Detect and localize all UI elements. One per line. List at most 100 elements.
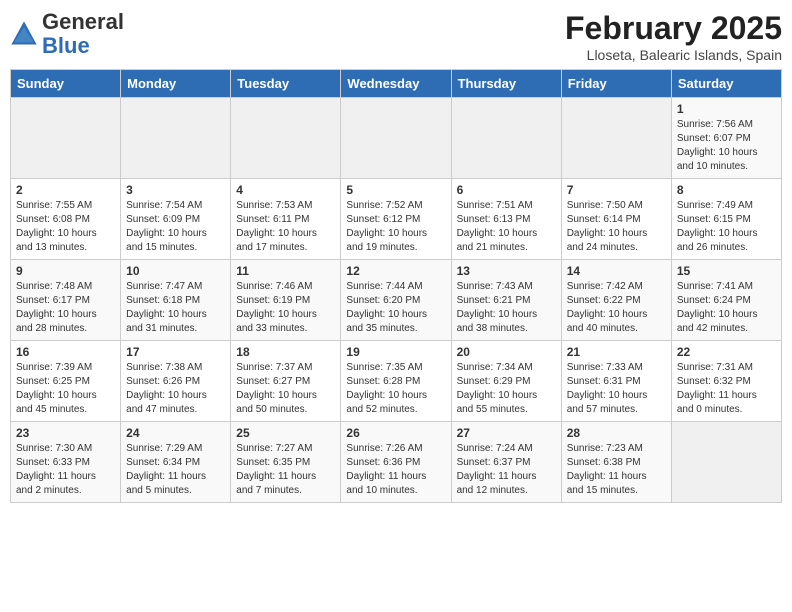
day-detail: Sunrise: 7:31 AM Sunset: 6:32 PM Dayligh… (677, 361, 776, 417)
calendar-cell (671, 422, 781, 503)
calendar-cell: 8 Sunrise: 7:49 AM Sunset: 6:15 PM Daylig… (671, 179, 781, 260)
day-number: 4 (236, 183, 335, 197)
calendar-header-wednesday: Wednesday (341, 70, 451, 98)
day-number: 8 (677, 183, 776, 197)
day-detail: Sunrise: 7:53 AM Sunset: 6:11 PM Dayligh… (236, 199, 335, 255)
day-detail: Sunrise: 7:23 AM Sunset: 6:38 PM Dayligh… (567, 442, 666, 498)
day-detail: Sunrise: 7:42 AM Sunset: 6:22 PM Dayligh… (567, 280, 666, 336)
calendar-cell: 18Sunrise: 7:37 AM Sunset: 6:27 PM Dayli… (231, 341, 341, 422)
day-number: 15 (677, 264, 776, 278)
day-detail: Sunrise: 7:24 AM Sunset: 6:37 PM Dayligh… (457, 442, 556, 498)
day-number: 28 (567, 426, 666, 440)
day-detail: Sunrise: 7:37 AM Sunset: 6:27 PM Dayligh… (236, 361, 335, 417)
day-number: 1 (677, 102, 776, 116)
day-detail: Sunrise: 7:55 AM Sunset: 6:08 PM Dayligh… (16, 199, 115, 255)
calendar-cell: 9 Sunrise: 7:48 AM Sunset: 6:17 PM Daylig… (11, 260, 121, 341)
day-detail: Sunrise: 7:51 AM Sunset: 6:13 PM Dayligh… (457, 199, 556, 255)
day-detail: Sunrise: 7:30 AM Sunset: 6:33 PM Dayligh… (16, 442, 115, 498)
day-detail: Sunrise: 7:35 AM Sunset: 6:28 PM Dayligh… (346, 361, 445, 417)
day-number: 2 (16, 183, 115, 197)
day-detail: Sunrise: 7:50 AM Sunset: 6:14 PM Dayligh… (567, 199, 666, 255)
month-title: February 2025 (565, 10, 782, 47)
day-number: 12 (346, 264, 445, 278)
day-detail: Sunrise: 7:38 AM Sunset: 6:26 PM Dayligh… (126, 361, 225, 417)
day-detail: Sunrise: 7:49 AM Sunset: 6:15 PM Dayligh… (677, 199, 776, 255)
calendar-cell: 3Sunrise: 7:54 AM Sunset: 6:09 PM Daylig… (121, 179, 231, 260)
calendar-week-row-3: 9 Sunrise: 7:48 AM Sunset: 6:17 PM Daylig… (11, 260, 782, 341)
calendar-cell (121, 98, 231, 179)
calendar-header-friday: Friday (561, 70, 671, 98)
logo-blue-text: Blue (42, 33, 90, 58)
day-number: 17 (126, 345, 225, 359)
day-number: 16 (16, 345, 115, 359)
day-number: 11 (236, 264, 335, 278)
calendar-cell: 24 Sunrise: 7:29 AM Sunset: 6:34 PM Dayli… (121, 422, 231, 503)
calendar-header-sunday: Sunday (11, 70, 121, 98)
logo: General Blue (10, 10, 124, 58)
calendar-cell (341, 98, 451, 179)
location-subtitle: Lloseta, Balearic Islands, Spain (565, 47, 782, 63)
day-number: 13 (457, 264, 556, 278)
title-block: February 2025 Lloseta, Balearic Islands,… (565, 10, 782, 63)
day-number: 26 (346, 426, 445, 440)
calendar-cell: 11 Sunrise: 7:46 AM Sunset: 6:19 PM Dayli… (231, 260, 341, 341)
day-number: 10 (126, 264, 225, 278)
calendar-cell: 21Sunrise: 7:33 AM Sunset: 6:31 PM Dayli… (561, 341, 671, 422)
calendar-cell (231, 98, 341, 179)
calendar-cell: 20Sunrise: 7:34 AM Sunset: 6:29 PM Dayli… (451, 341, 561, 422)
calendar-cell: 2 Sunrise: 7:55 AM Sunset: 6:08 PM Daylig… (11, 179, 121, 260)
day-number: 7 (567, 183, 666, 197)
day-number: 19 (346, 345, 445, 359)
calendar-header-tuesday: Tuesday (231, 70, 341, 98)
calendar-cell: 4 Sunrise: 7:53 AM Sunset: 6:11 PM Daylig… (231, 179, 341, 260)
calendar-cell: 27Sunrise: 7:24 AM Sunset: 6:37 PM Dayli… (451, 422, 561, 503)
day-detail: Sunrise: 7:41 AM Sunset: 6:24 PM Dayligh… (677, 280, 776, 336)
day-detail: Sunrise: 7:27 AM Sunset: 6:35 PM Dayligh… (236, 442, 335, 498)
calendar-cell: 7 Sunrise: 7:50 AM Sunset: 6:14 PM Daylig… (561, 179, 671, 260)
calendar-header-monday: Monday (121, 70, 231, 98)
day-detail: Sunrise: 7:44 AM Sunset: 6:20 PM Dayligh… (346, 280, 445, 336)
calendar-cell: 22 Sunrise: 7:31 AM Sunset: 6:32 PM Dayli… (671, 341, 781, 422)
day-number: 23 (16, 426, 115, 440)
day-number: 21 (567, 345, 666, 359)
day-detail: Sunrise: 7:56 AM Sunset: 6:07 PM Dayligh… (677, 118, 776, 174)
calendar-cell (11, 98, 121, 179)
day-detail: Sunrise: 7:47 AM Sunset: 6:18 PM Dayligh… (126, 280, 225, 336)
logo-icon (10, 20, 38, 48)
calendar-cell: 10 Sunrise: 7:47 AM Sunset: 6:18 PM Dayli… (121, 260, 231, 341)
page-header: General Blue February 2025 Lloseta, Bale… (10, 10, 782, 63)
calendar-cell (561, 98, 671, 179)
day-detail: Sunrise: 7:48 AM Sunset: 6:17 PM Dayligh… (16, 280, 115, 336)
calendar-cell: 15 Sunrise: 7:41 AM Sunset: 6:24 PM Dayli… (671, 260, 781, 341)
day-number: 3 (126, 183, 225, 197)
calendar-cell: 5Sunrise: 7:52 AM Sunset: 6:12 PM Daylig… (341, 179, 451, 260)
day-detail: Sunrise: 7:29 AM Sunset: 6:34 PM Dayligh… (126, 442, 225, 498)
calendar-week-row-5: 23 Sunrise: 7:30 AM Sunset: 6:33 PM Dayli… (11, 422, 782, 503)
day-detail: Sunrise: 7:52 AM Sunset: 6:12 PM Dayligh… (346, 199, 445, 255)
day-number: 9 (16, 264, 115, 278)
calendar-cell (451, 98, 561, 179)
calendar-week-row-2: 2 Sunrise: 7:55 AM Sunset: 6:08 PM Daylig… (11, 179, 782, 260)
day-number: 24 (126, 426, 225, 440)
calendar-cell: 19 Sunrise: 7:35 AM Sunset: 6:28 PM Dayli… (341, 341, 451, 422)
day-number: 6 (457, 183, 556, 197)
calendar-cell: 23 Sunrise: 7:30 AM Sunset: 6:33 PM Dayli… (11, 422, 121, 503)
day-number: 22 (677, 345, 776, 359)
calendar-header-thursday: Thursday (451, 70, 561, 98)
calendar-cell: 13 Sunrise: 7:43 AM Sunset: 6:21 PM Dayli… (451, 260, 561, 341)
day-detail: Sunrise: 7:43 AM Sunset: 6:21 PM Dayligh… (457, 280, 556, 336)
day-detail: Sunrise: 7:46 AM Sunset: 6:19 PM Dayligh… (236, 280, 335, 336)
day-number: 20 (457, 345, 556, 359)
calendar-week-row-4: 16 Sunrise: 7:39 AM Sunset: 6:25 PM Dayli… (11, 341, 782, 422)
calendar-cell: 1 Sunrise: 7:56 AM Sunset: 6:07 PM Daylig… (671, 98, 781, 179)
calendar-header-saturday: Saturday (671, 70, 781, 98)
calendar-cell: 16 Sunrise: 7:39 AM Sunset: 6:25 PM Dayli… (11, 341, 121, 422)
calendar-table: SundayMondayTuesdayWednesdayThursdayFrid… (10, 69, 782, 503)
day-number: 25 (236, 426, 335, 440)
calendar-cell: 12 Sunrise: 7:44 AM Sunset: 6:20 PM Dayli… (341, 260, 451, 341)
calendar-cell: 14Sunrise: 7:42 AM Sunset: 6:22 PM Dayli… (561, 260, 671, 341)
logo-general-text: General (42, 9, 124, 34)
calendar-week-row-1: 1 Sunrise: 7:56 AM Sunset: 6:07 PM Daylig… (11, 98, 782, 179)
day-detail: Sunrise: 7:39 AM Sunset: 6:25 PM Dayligh… (16, 361, 115, 417)
calendar-cell: 6 Sunrise: 7:51 AM Sunset: 6:13 PM Daylig… (451, 179, 561, 260)
